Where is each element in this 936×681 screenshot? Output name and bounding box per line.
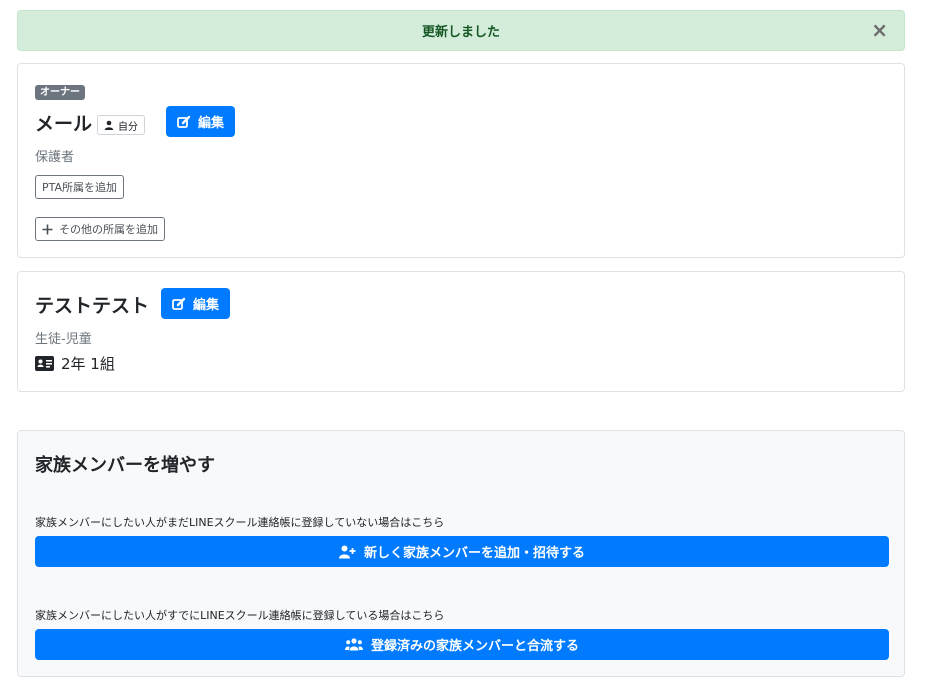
add-pta-label: PTA所属を追加 bbox=[42, 181, 118, 194]
grade-class: 2年 1組 bbox=[35, 353, 115, 374]
alert-message: 更新しました bbox=[421, 25, 500, 40]
merge-member-button[interactable]: 登録済みの家族メンバーと合流する bbox=[35, 629, 889, 660]
add-other-label: その他の所属を追加 bbox=[59, 223, 158, 236]
merge-label: 登録済みの家族メンバーと合流する bbox=[370, 639, 579, 654]
section-title: 家族メンバーを増やす bbox=[35, 455, 215, 476]
add-pta-button[interactable]: PTA所属を追加 bbox=[35, 175, 125, 199]
edit-icon bbox=[177, 115, 191, 129]
edit-label: 編集 bbox=[193, 298, 220, 313]
user-plus-icon bbox=[338, 545, 356, 559]
add-other-affiliation-button[interactable]: その他の所属を追加 bbox=[35, 217, 165, 241]
owner-badge: オーナー bbox=[35, 85, 85, 100]
add-invite-member-button[interactable]: 新しく家族メンバーを追加・招待する bbox=[35, 536, 889, 567]
member-role: 保護者 bbox=[35, 150, 75, 165]
id-card-icon bbox=[35, 356, 54, 371]
merge-member-description: 家族メンバーにしたい人がすでにLINEスクール連絡帳に登録している場合はこちら bbox=[35, 609, 445, 622]
member-name: メール bbox=[35, 113, 93, 135]
plus-icon bbox=[42, 224, 53, 235]
grade-text: 2年 1組 bbox=[61, 355, 115, 373]
close-icon[interactable]: × bbox=[871, 20, 888, 40]
edit-button[interactable]: 編集 bbox=[161, 288, 231, 319]
user-icon bbox=[104, 120, 114, 130]
add-invite-label: 新しく家族メンバーを追加・招待する bbox=[363, 546, 585, 561]
edit-label: 編集 bbox=[198, 116, 225, 131]
success-alert: 更新しました × bbox=[17, 10, 905, 51]
add-family-section: 家族メンバーを増やす 家族メンバーにしたい人がまだLINEスクール連絡帳に登録し… bbox=[17, 430, 905, 677]
new-member-description: 家族メンバーにしたい人がまだLINEスクール連絡帳に登録していない場合はこちら bbox=[35, 516, 445, 529]
self-badge: 自分 bbox=[97, 115, 145, 135]
edit-icon bbox=[172, 297, 186, 311]
member-card-owner: オーナー メール 自分 編集 保護者 PTA所属を追加 その他の所属を追加 bbox=[17, 63, 905, 258]
member-role: 生徒-児童 bbox=[35, 332, 92, 347]
edit-button[interactable]: 編集 bbox=[166, 106, 236, 137]
users-icon bbox=[344, 638, 363, 651]
member-card-student: テストテスト 編集 生徒-児童 2年 1組 bbox=[17, 271, 905, 392]
member-name: テストテスト bbox=[35, 295, 150, 317]
self-label: 自分 bbox=[118, 121, 138, 133]
